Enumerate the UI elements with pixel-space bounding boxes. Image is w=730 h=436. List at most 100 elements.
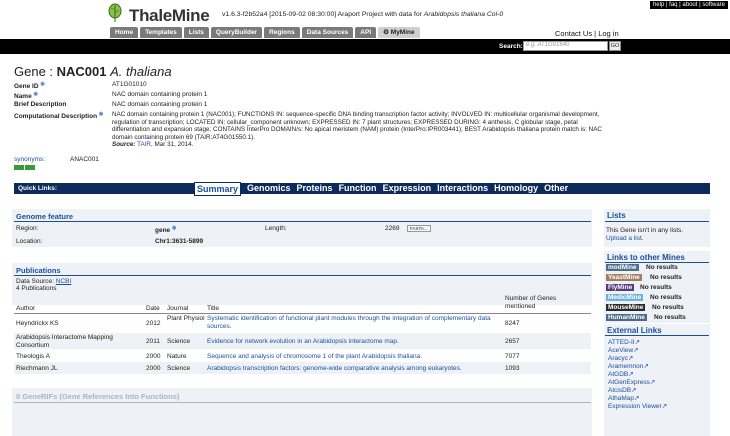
- data-source: Data Source: NCBI: [16, 278, 72, 285]
- pub-author: Riechmann JL: [16, 365, 58, 372]
- mine-badge-yeastmine[interactable]: YeastMine: [606, 274, 642, 281]
- help-icon[interactable]: ◉: [99, 111, 103, 117]
- brief-description-label: Brief Description: [14, 101, 67, 108]
- gene-id-value: AT1G01010: [112, 81, 147, 88]
- tab-regions[interactable]: Regions: [264, 27, 300, 38]
- source-tair-link[interactable]: TAIR: [137, 141, 151, 148]
- brand-title[interactable]: ThaleMine: [129, 6, 210, 26]
- pub-genes: 7077: [505, 353, 520, 360]
- thalemine-leaf-logo-icon[interactable]: [105, 3, 125, 23]
- mine-result: No results: [646, 264, 678, 271]
- column-date[interactable]: Date: [146, 305, 160, 312]
- version-info: v1.6.3-f2b52a4 [2015-09-02 08:30:00] Ara…: [222, 11, 503, 18]
- share-badge-icon[interactable]: [25, 165, 35, 170]
- ncbi-link[interactable]: NCBI: [56, 278, 72, 285]
- pub-title-link[interactable]: Systematic identification of functional …: [207, 315, 502, 330]
- quick-link-summary[interactable]: Summary: [194, 182, 242, 196]
- pub-genes: 1093: [505, 365, 520, 372]
- divider: [14, 275, 591, 276]
- quick-link-other[interactable]: Other: [544, 182, 568, 196]
- pub-journal: Science: [167, 365, 191, 372]
- top-help-links-text: help | faq | about | software: [652, 2, 725, 8]
- quick-links-label: Quick Links:: [18, 185, 58, 192]
- help-icon[interactable]: ◉: [40, 81, 44, 87]
- region-value: gene ◉: [155, 225, 177, 235]
- column-genes-mentioned[interactable]: Number of Genes mentioned: [505, 295, 585, 311]
- external-link-icon: ↗: [643, 363, 649, 370]
- version-text: v1.6.3-f2b52a4 [2015-09-02 08:30:00] Ara…: [222, 11, 424, 18]
- pub-title-link[interactable]: Evidence for network evolution in an Ara…: [207, 338, 399, 345]
- quick-link-genomics[interactable]: Genomics: [247, 182, 291, 196]
- external-link-icon: ↗: [627, 355, 634, 362]
- pub-genes: 2657: [505, 338, 520, 345]
- tab-templates[interactable]: Templates: [140, 27, 182, 38]
- external-link-icon: ↗: [649, 379, 656, 386]
- tab-data-sources[interactable]: Data Sources: [301, 27, 354, 38]
- contact-login-links[interactable]: Contact Us | Log in: [555, 29, 619, 38]
- pub-genes: 8247: [505, 320, 520, 327]
- lists-title: Lists: [607, 211, 626, 220]
- pub-date: 2000: [146, 353, 161, 360]
- external-link-aracyc[interactable]: Aracyc↗: [608, 354, 633, 362]
- external-link-atgenexpress[interactable]: AtGenExpress↗: [608, 378, 655, 386]
- quick-link-proteins[interactable]: Proteins: [297, 182, 333, 196]
- external-link-athamap[interactable]: AthaMap↗: [608, 394, 639, 402]
- pub-journal: Nature: [167, 353, 187, 360]
- quick-link-homology[interactable]: Homology: [494, 182, 538, 196]
- tab-home[interactable]: Home: [110, 27, 139, 38]
- top-help-links[interactable]: help | faq | about | software: [649, 1, 728, 9]
- mine-badge-modmine[interactable]: modMine: [606, 264, 639, 271]
- quick-link-interactions[interactable]: Interactions: [437, 182, 488, 196]
- fasta-button[interactable]: FASTA...: [407, 225, 431, 232]
- mine-badge-medicmine[interactable]: MedicMine: [606, 294, 644, 301]
- quick-link-expression[interactable]: Expression: [383, 182, 432, 196]
- pub-title-link[interactable]: Sequence and analysis of chromosome 1 of…: [207, 353, 422, 360]
- name-value: NAC domain containing protein 1: [112, 91, 208, 98]
- length-label: Length:: [265, 225, 287, 232]
- external-link-atcisdb[interactable]: AtcisDB↗: [608, 386, 637, 394]
- source-date: , Mar 31, 2014.: [150, 141, 194, 149]
- column-title[interactable]: Title: [207, 305, 219, 312]
- mine-badge-flymine[interactable]: FlyMine: [606, 284, 635, 291]
- publications-count: 4 Publications: [16, 285, 57, 292]
- external-link-atgdb[interactable]: AtGDB↗: [608, 370, 634, 378]
- pub-date: 2011: [146, 338, 160, 345]
- mine-result: No results: [650, 294, 682, 301]
- tab-api[interactable]: API: [355, 27, 377, 38]
- gene-symbol: NAC001: [56, 64, 107, 79]
- column-author[interactable]: Author: [16, 305, 35, 312]
- synonyms-label[interactable]: synonyms:: [14, 156, 45, 163]
- tab-lists[interactable]: Lists: [183, 27, 209, 38]
- other-mines-title: Links to other Mines: [607, 253, 685, 262]
- quick-link-function[interactable]: Function: [339, 182, 377, 196]
- computational-description-label: Computational Description ◉: [14, 111, 104, 121]
- tab-mymine[interactable]: ⚙ MyMine: [378, 27, 420, 38]
- mine-badge-mousemine[interactable]: MouseMine: [606, 304, 646, 311]
- external-link-aceview[interactable]: AceView↗: [608, 346, 639, 354]
- help-icon[interactable]: ◉: [34, 91, 38, 97]
- page-title: Gene : NAC001 A. thaliana: [14, 64, 172, 79]
- computational-description-value: NAC domain containing protein 1 (NAC001)…: [112, 111, 602, 149]
- upload-list-link[interactable]: Upload a list.: [606, 235, 644, 242]
- mine-badge-humanmine[interactable]: HumanMine: [606, 314, 647, 321]
- column-journal[interactable]: Journal: [167, 305, 188, 312]
- external-link-aramemnon[interactable]: Aramemnon↗: [608, 362, 649, 370]
- tab-querybuilder[interactable]: QueryBuilder: [210, 27, 263, 38]
- location-value[interactable]: Chr1:3631-5899: [155, 238, 203, 245]
- share-badge-icon[interactable]: [14, 165, 24, 170]
- tab-mymine-label: MyMine: [390, 29, 415, 36]
- external-link-icon: ↗: [661, 403, 668, 410]
- search-go-button[interactable]: GO: [609, 41, 621, 51]
- external-link-expression-viewer[interactable]: Expression Viewer↗: [608, 402, 667, 410]
- version-species: Arabidopsis thaliana Col-0: [423, 11, 504, 18]
- pub-author: Theologis A: [16, 353, 50, 360]
- divider: [14, 402, 591, 403]
- pub-title-link[interactable]: Arabidopsis transcription factors: genom…: [207, 365, 462, 372]
- divider: [605, 221, 709, 222]
- pub-date: 2012: [146, 320, 161, 327]
- name-label: Name ◉: [14, 91, 38, 101]
- help-icon[interactable]: ◉: [172, 225, 176, 231]
- search-input[interactable]: e.g. AT1G01640: [523, 41, 608, 51]
- external-link-atted[interactable]: ATTED-II↗: [608, 338, 640, 346]
- mine-result: No results: [650, 274, 682, 281]
